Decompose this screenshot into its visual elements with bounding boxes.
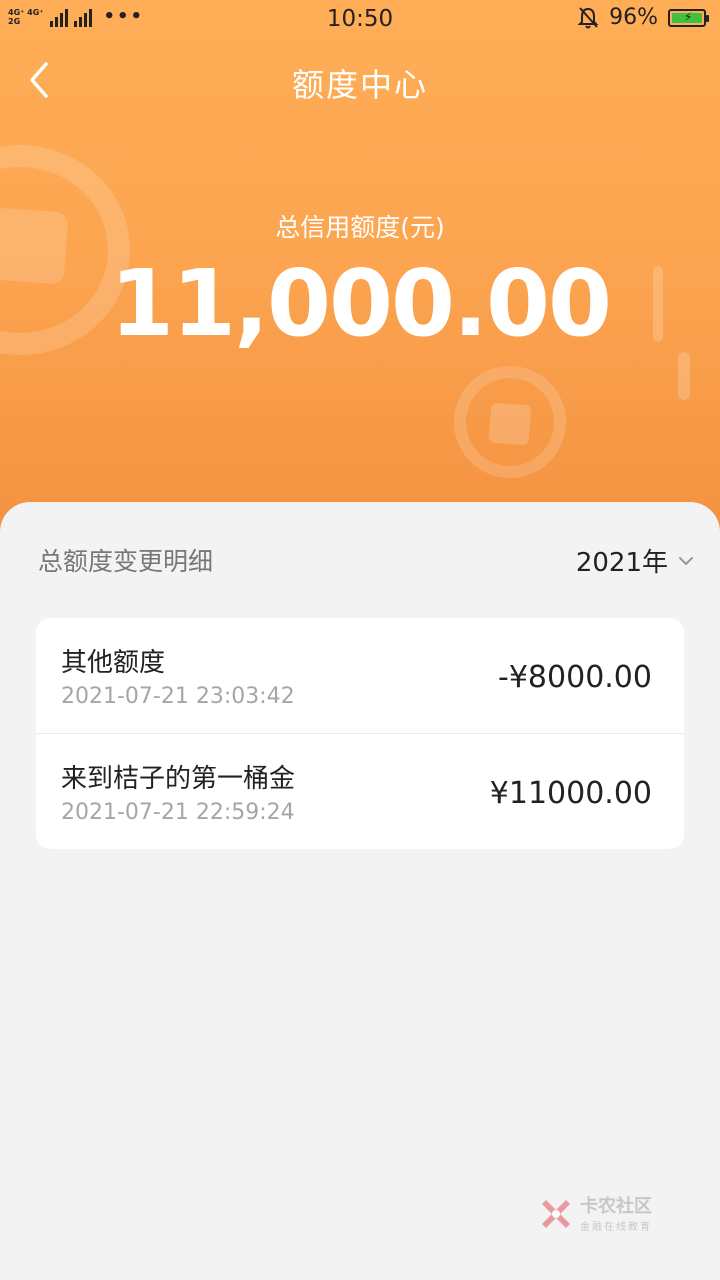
year-dropdown[interactable]: 2021年 — [576, 542, 694, 579]
watermark: 卡农社区 金融在线教育 — [540, 1192, 652, 1233]
nav-bar: 额度中心 — [0, 50, 720, 110]
watermark-logo-icon — [542, 1199, 570, 1228]
list-item[interactable]: 来到桔子的第一桶金 2021-07-21 22:59:24 ¥11000.00 — [36, 733, 684, 848]
year-value: 2021年 — [575, 548, 668, 578]
hero-header: 4G⁺ 4G⁺ 2G ••• 10:50 96% ⚡ 额度中心 总信用额度(元)… — [0, 0, 720, 560]
item-title: 来到桔子的第一桶金 — [61, 764, 296, 794]
decor-bar — [678, 352, 690, 400]
item-time: 2021-07-21 23:03:42 — [61, 684, 295, 709]
history-panel: 总额度变更明细 2021年 其他额度 2021-07-21 23:03:42 -… — [0, 502, 720, 1280]
history-list: 其他额度 2021-07-21 23:03:42 -¥8000.00 来到桔子的… — [36, 618, 684, 849]
chevron-down-icon — [679, 556, 693, 565]
bell-muted-icon — [577, 6, 599, 28]
item-title: 其他额度 — [61, 648, 166, 678]
battery-icon: ⚡ — [668, 8, 709, 27]
total-credit-value: 11,000.00 — [110, 250, 612, 357]
total-credit-label: 总信用额度(元) — [275, 213, 445, 242]
item-time: 2021-07-21 22:59:24 — [61, 800, 295, 825]
item-amount: -¥8000.00 — [498, 660, 652, 695]
status-right: 96% ⚡ — [577, 5, 709, 30]
battery-percent: 96% — [609, 5, 658, 30]
watermark-title: 卡农社区 — [580, 1196, 652, 1217]
watermark-subtitle: 金融在线教育 — [580, 1222, 652, 1233]
status-bar: 4G⁺ 4G⁺ 2G ••• 10:50 96% ⚡ — [0, 0, 720, 40]
page-title: 额度中心 — [291, 66, 428, 104]
item-amount: ¥11000.00 — [489, 776, 652, 811]
decor-square — [488, 402, 532, 446]
section-title: 总额度变更明细 — [38, 547, 214, 576]
list-item[interactable]: 其他额度 2021-07-21 23:03:42 -¥8000.00 — [36, 618, 684, 733]
